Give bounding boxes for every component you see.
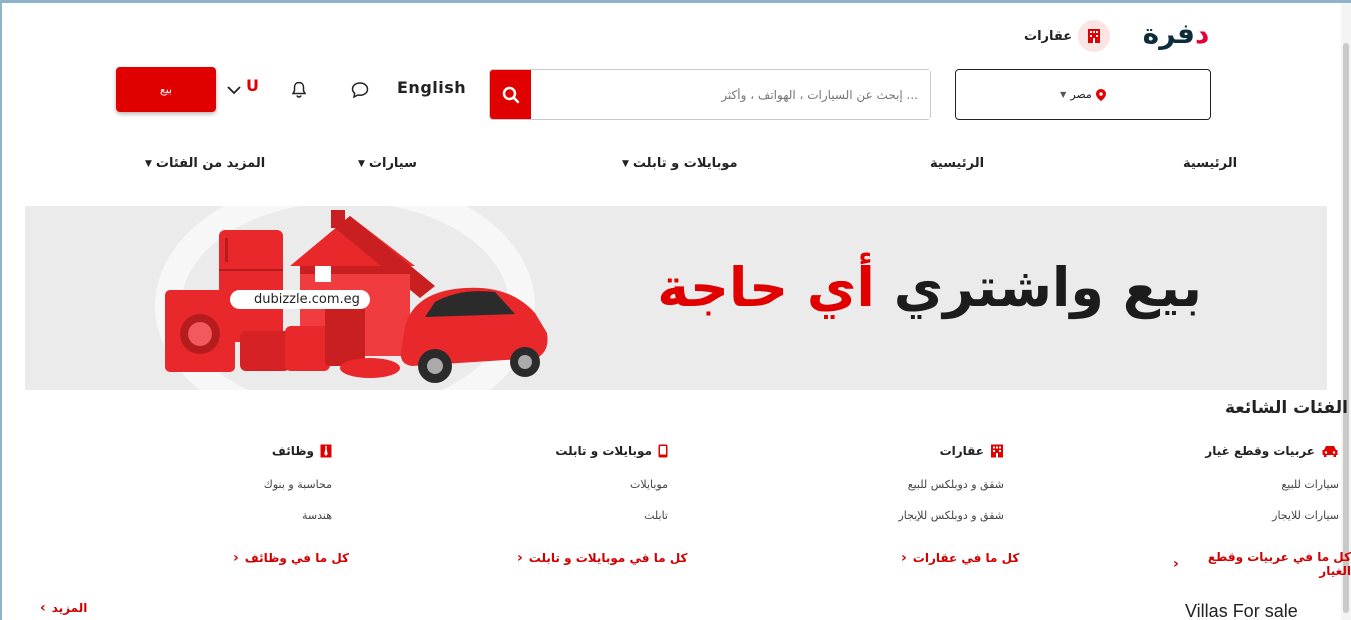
phone-icon	[658, 444, 668, 458]
category-title-label: موبايلات و تابلت	[555, 444, 652, 458]
nav-item-mobiles[interactable]: موبايلات و تابلت ▼	[622, 156, 738, 171]
category-link[interactable]: تابلت	[498, 509, 668, 523]
nav-label: المزيد من الفئات	[155, 156, 266, 171]
scrollbar[interactable]	[1341, 3, 1351, 620]
category-link[interactable]: سيارات للايجار	[1169, 509, 1339, 523]
search-bar[interactable]	[489, 69, 931, 120]
nav-label: سيارات	[368, 156, 417, 171]
category-title[interactable]: عقارات	[834, 441, 1004, 461]
section-title-popular: الفئات الشائعة	[1225, 398, 1348, 418]
chevron-left-icon: ‹	[901, 550, 907, 566]
building-icon	[1078, 20, 1111, 52]
nav-item-home[interactable]: الرئيسية	[1183, 156, 1237, 171]
nav-item-home-2[interactable]: الرئيسية	[930, 156, 984, 171]
banner-headline: بيع واشتري أي حاجة	[657, 256, 1202, 319]
hero-banner[interactable]: dubizzle.com.eg بيع واشتري أي حاجة	[25, 206, 1327, 390]
category-link[interactable]: هندسة	[162, 509, 332, 523]
more-label: المزيد	[51, 601, 88, 615]
banner-headline-dark: بيع واشتري	[893, 256, 1202, 319]
language-switch[interactable]: English	[397, 78, 466, 97]
category-link[interactable]: موبايلات	[498, 478, 668, 492]
nav-label: الرئيسية	[1183, 156, 1238, 171]
see-all-label: كل ما في عقارات	[912, 551, 1020, 565]
nav-label: موبايلات و تابلت	[632, 156, 738, 171]
nav-item-cars[interactable]: سيارات ▼	[358, 156, 417, 171]
caret-down-icon: ▼	[358, 158, 365, 169]
category-link[interactable]: شقق و دوبلكس للإيجار	[834, 509, 1004, 523]
category-column-property: عقارات شقق و دوبلكس للبيع شقق و دوبلكس ل…	[834, 441, 1004, 523]
property-link[interactable]: عقارات	[1024, 20, 1111, 52]
chevron-left-icon: ‹	[1173, 556, 1179, 572]
see-all-mobiles-link[interactable]: كل ما في موبايلات و تابلت ‹	[517, 550, 688, 566]
category-title[interactable]: عربيات وقطع غيار	[1169, 441, 1339, 461]
see-all-label: كل ما في موبايلات و تابلت	[528, 551, 688, 565]
category-column-mobiles: موبايلات و تابلت موبايلات تابلت	[498, 441, 668, 523]
scrollbar-thumb[interactable]	[1343, 43, 1349, 613]
car-icon	[1322, 446, 1338, 457]
category-title[interactable]: وظائف	[162, 441, 332, 461]
see-all-label: كل ما في عربيات وقطع الغيار	[1207, 550, 1351, 578]
category-column-cars: عربيات وقطع غيار سيارات للبيع سيارات للا…	[1169, 441, 1339, 523]
banner-headline-red: أي حاجة	[657, 256, 875, 319]
logo[interactable]: فرة د	[1140, 16, 1212, 50]
sell-button[interactable]: بيع	[116, 67, 216, 112]
bell-icon[interactable]	[289, 80, 309, 100]
caret-down-icon: ▼	[145, 158, 152, 169]
building-icon	[991, 444, 1003, 458]
location-pin-icon	[1095, 88, 1106, 101]
nav-item-more-categories[interactable]: المزيد من الفئات ▼	[145, 156, 265, 171]
category-title-label: عقارات	[939, 444, 984, 458]
caret-down-icon: ▼	[1060, 90, 1067, 99]
search-input[interactable]	[531, 70, 930, 119]
logo-mark: د	[1194, 16, 1210, 50]
banner-url: dubizzle.com.eg	[230, 290, 370, 309]
see-all-jobs-link[interactable]: كل ما في وظائف ‹	[233, 550, 349, 566]
caret-down-icon: ▼	[622, 158, 629, 169]
search-button[interactable]	[490, 70, 531, 119]
chevron-left-icon: ‹	[517, 550, 523, 566]
search-icon	[502, 86, 519, 103]
chevron-left-icon: ‹	[233, 550, 239, 566]
category-link[interactable]: محاسبة و بنوك	[162, 478, 332, 492]
category-title-label: عربيات وقطع غيار	[1205, 444, 1315, 458]
tie-icon	[320, 444, 332, 458]
section-title-villas: Villas For sale	[1185, 601, 1298, 620]
more-link[interactable]: ‹ المزيد	[40, 600, 87, 616]
see-all-property-link[interactable]: كل ما في عقارات ‹	[901, 550, 1019, 566]
chevron-down-icon[interactable]	[225, 80, 243, 100]
property-label: عقارات	[1024, 28, 1073, 44]
see-all-cars-link[interactable]: كل ما في عربيات وقطع الغيار ‹	[1173, 550, 1351, 578]
nav-label: الرئيسية	[930, 156, 985, 171]
avatar[interactable]: U	[246, 76, 259, 95]
location-value: مصر	[1070, 88, 1092, 101]
category-title[interactable]: موبايلات و تابلت	[498, 441, 668, 461]
category-link[interactable]: سيارات للبيع	[1169, 478, 1339, 492]
location-selector[interactable]: مصر ▼	[955, 69, 1211, 120]
category-title-label: وظائف	[271, 444, 314, 458]
category-column-jobs: وظائف محاسبة و بنوك هندسة	[162, 441, 332, 523]
logo-text: فرة	[1142, 16, 1195, 50]
chat-icon[interactable]	[350, 80, 370, 100]
chevron-left-icon: ‹	[40, 600, 46, 616]
category-link[interactable]: شقق و دوبلكس للبيع	[834, 478, 1004, 492]
see-all-label: كل ما في وظائف	[244, 551, 350, 565]
